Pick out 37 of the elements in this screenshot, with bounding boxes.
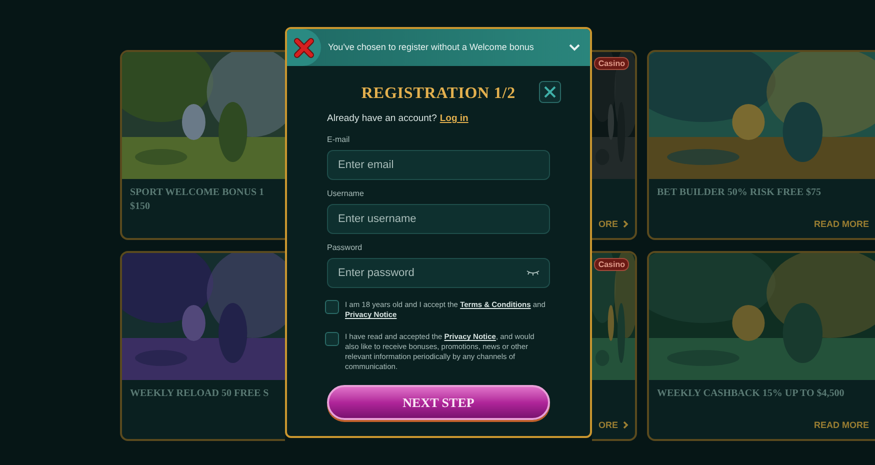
field-label: E-mail xyxy=(327,135,351,146)
read-more-link[interactable]: READ MORE xyxy=(814,418,869,432)
close-button[interactable] xyxy=(539,81,561,103)
closed-eye-icon[interactable] xyxy=(526,270,540,276)
read-more-link[interactable]: ORE xyxy=(598,218,629,231)
banner-text: You've chosen to register without a Welcome bonus xyxy=(328,40,535,54)
cross-icon xyxy=(294,38,314,58)
promo-card[interactable]: WEEKLY RELOAD 50 FREE S xyxy=(120,251,285,441)
chevron-right-icon xyxy=(623,421,629,430)
field-label: Username xyxy=(327,189,365,200)
next-step-button[interactable]: NEXT STEP xyxy=(327,385,550,420)
promo-card[interactable]: BET BUILDER 50% RISK FREE $75 READ MORE xyxy=(647,50,875,240)
chevron-right-icon xyxy=(623,220,629,228)
promo-title: WEEKLY RELOAD 50 FREE S xyxy=(130,387,269,401)
read-more-link[interactable]: READ MORE xyxy=(814,218,869,231)
checkbox[interactable] xyxy=(325,300,339,314)
promo-title: WEEKLY CASHBACK 15% UP TO $4,500 xyxy=(657,387,844,401)
chevron-down-icon[interactable] xyxy=(569,44,580,51)
checkbox[interactable] xyxy=(325,332,339,346)
bonus-banner[interactable]: You've chosen to register without a Welcome bonus xyxy=(287,29,590,66)
close-icon xyxy=(544,86,556,98)
category-badge: Casino xyxy=(594,57,629,70)
dialog-title: REGISTRATION 1/2 xyxy=(361,84,516,104)
category-badge: Casino xyxy=(594,258,629,271)
login-link[interactable]: Log in xyxy=(440,112,468,126)
field-label: Password xyxy=(327,243,364,254)
input-field[interactable]: Enter username xyxy=(327,204,550,234)
promo-title: BET BUILDER 50% RISK FREE $75 xyxy=(657,186,822,200)
promo-card[interactable]: Casino ORE xyxy=(592,251,637,441)
promo-card[interactable]: Casino ORE xyxy=(592,50,637,240)
read-more-link[interactable]: ORE xyxy=(598,418,629,432)
input-field[interactable]: Enter email xyxy=(327,150,550,180)
promo-title: SPORT WELCOME BONUS 1 $150 xyxy=(130,186,264,214)
promo-card[interactable]: WEEKLY CASHBACK 15% UP TO $4,500 READ MORE xyxy=(647,251,875,441)
input-field[interactable]: Enter password xyxy=(327,258,550,288)
promo-card[interactable]: SPORT WELCOME BONUS 1 $150 xyxy=(120,50,285,240)
account-prompt: Already have an account? xyxy=(327,112,437,126)
